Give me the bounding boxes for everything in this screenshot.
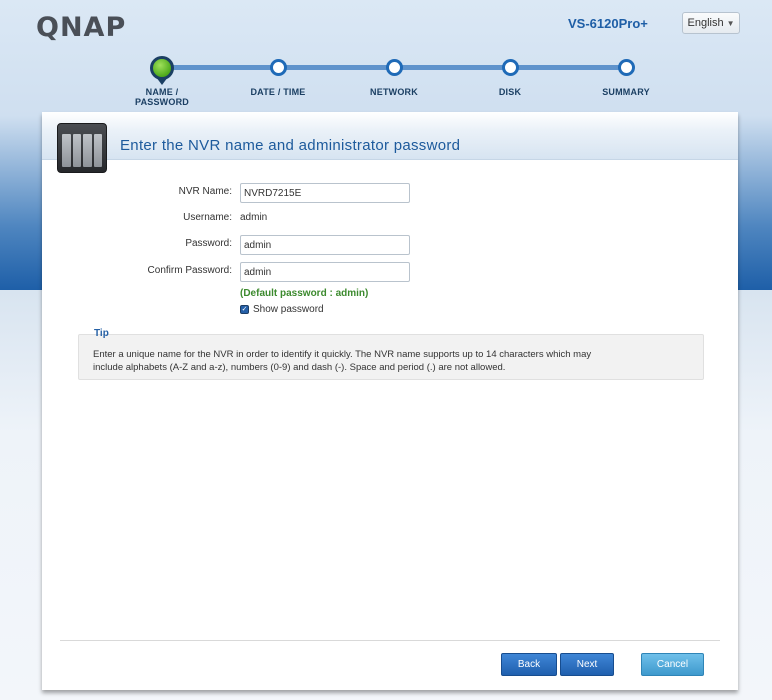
confirm-password-row: Confirm Password: (42, 262, 738, 282)
confirm-password-label: Confirm Password: (147, 265, 232, 276)
back-button[interactable]: Back (501, 653, 557, 676)
step-label-disk: DISK (498, 87, 522, 97)
username-row: Username: admin (42, 209, 738, 229)
step-dot-network (385, 59, 403, 76)
footer-divider (60, 640, 720, 641)
step-dot-summary (617, 59, 635, 76)
step-label-summary: SUMMARY (602, 87, 650, 97)
wizard-stepper: NAME / PASSWORD DATE / TIME NETWORK DISK… (0, 0, 772, 110)
step-label-line2: PASSWORD (135, 97, 189, 107)
password-row: Password: (42, 235, 738, 255)
password-label: Password: (185, 238, 232, 249)
nvr-name-label: NVR Name: (178, 186, 232, 197)
step-label-name-password: NAME / PASSWORD (117, 87, 207, 107)
step-label-line1: NAME / (145, 87, 179, 97)
username-value: admin (240, 212, 268, 223)
show-password-option[interactable]: ✓ Show password (240, 304, 324, 315)
step-label-network: NETWORK (370, 87, 418, 97)
panel-title: Enter the NVR name and administrator pas… (120, 137, 461, 154)
confirm-password-input[interactable] (240, 262, 410, 282)
username-label: Username: (183, 212, 232, 223)
nas-device-icon (57, 123, 107, 173)
step-dot-disk (501, 59, 519, 76)
step-label-date-time: DATE / TIME (250, 87, 306, 97)
next-button[interactable]: Next (560, 653, 614, 676)
step-pin-icon (156, 77, 168, 85)
tip-text-line2: include alphabets (A-Z and a-z), numbers… (93, 362, 506, 373)
nvr-name-input[interactable] (240, 183, 410, 203)
step-dot-date-time (269, 59, 287, 76)
nvr-name-row: NVR Name: (42, 183, 738, 203)
show-password-label: Show password (253, 304, 324, 315)
tip-heading: Tip (94, 328, 109, 339)
tip-box: Enter a unique name for the NVR in order… (78, 334, 704, 380)
tip-text-line1: Enter a unique name for the NVR in order… (93, 349, 592, 360)
cancel-button[interactable]: Cancel (641, 653, 704, 676)
password-input[interactable] (240, 235, 410, 255)
default-password-note: (Default password : admin) (240, 288, 369, 299)
panel-header: Enter the NVR name and administrator pas… (42, 112, 738, 160)
show-password-checkbox[interactable]: ✓ (240, 305, 249, 314)
wizard-panel: Enter the NVR name and administrator pas… (42, 112, 738, 690)
